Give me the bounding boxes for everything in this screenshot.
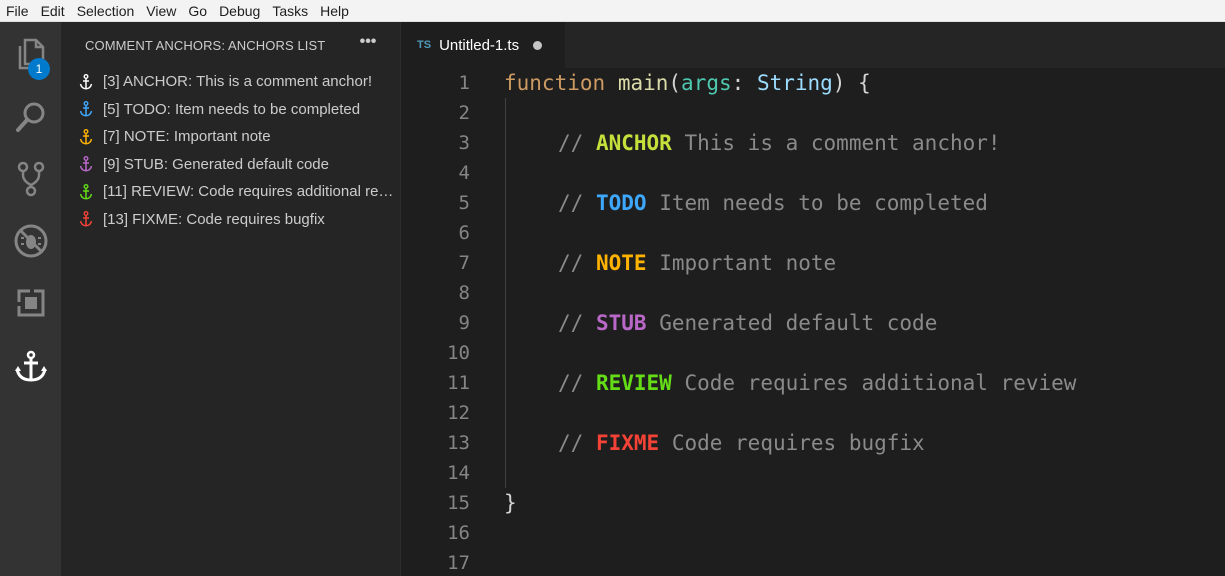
code-line: 7 // NOTE Important note [401,248,1225,278]
source-control-icon [17,161,44,197]
code-line: 17 [401,548,1225,576]
code-line: 5 // TODO Item needs to be completed [401,188,1225,218]
line-number: 4 [458,162,470,184]
anchor-item-label: [11] REVIEW: Code requires additional re… [103,183,400,201]
code-editor[interactable]: 1 function main(args: String) { 2 3 // A… [401,68,1225,576]
extensions-icon [16,289,44,317]
sidebar: COMMENT ANCHORS: ANCHORS LIST ••• [3] AN… [61,22,400,576]
menu-selection[interactable]: Selection [71,0,141,22]
anchor-icon [78,73,94,91]
line-number: 16 [447,522,470,544]
menu-go[interactable]: Go [182,0,213,22]
comment-stub: // STUB Generated default code [558,311,938,335]
anchor-icon [14,350,47,382]
code-line: 10 [401,338,1225,368]
line-number: 13 [447,432,470,454]
menu-tasks[interactable]: Tasks [266,0,314,22]
line-number: 10 [447,342,470,364]
tab-untitled-1[interactable]: TS Untitled-1.ts [401,22,565,68]
line-number: 17 [447,552,470,574]
editor-tabs: TS Untitled-1.ts [401,22,1225,68]
search-button[interactable] [0,86,61,148]
menu-help[interactable]: Help [314,0,355,22]
code-text: function main(args: String) { [504,71,871,95]
explorer-badge: 1 [28,58,50,80]
sidebar-title: COMMENT ANCHORS: ANCHORS LIST [85,38,326,53]
anchor-item-label: [5] TODO: Item needs to be completed [103,100,361,118]
anchor-item-fixme[interactable]: [13] FIXME: Code requires bugfix [61,206,400,234]
typescript-file-icon: TS [417,39,432,51]
anchor-item-review[interactable]: [11] REVIEW: Code requires additional re… [61,178,400,206]
comment-note: // NOTE Important note [558,251,837,275]
unsaved-dot-icon[interactable] [533,40,543,50]
code-line: 12 [401,398,1225,428]
code-line: 2 [401,98,1225,128]
line-number: 15 [447,492,470,514]
anchor-icon [78,155,94,173]
line-number: 7 [458,252,470,274]
anchor-item-anchor[interactable]: [3] ANCHOR: This is a comment anchor! [61,68,400,96]
code-line: 14 [401,458,1225,488]
code-line: 6 [401,218,1225,248]
tab-title: Untitled-1.ts [439,36,520,54]
code-line: 11 // REVIEW Code requires additional re… [401,368,1225,398]
line-number: 11 [447,372,470,394]
extensions-button[interactable] [0,272,61,334]
menu-file[interactable]: File [0,0,35,22]
anchor-item-label: [9] STUB: Generated default code [103,155,329,173]
menu-debug[interactable]: Debug [213,0,266,22]
anchor-item-todo[interactable]: [5] TODO: Item needs to be completed [61,96,400,124]
menu-edit[interactable]: Edit [35,0,71,22]
more-actions-button[interactable]: ••• [357,34,379,54]
line-number: 12 [447,402,470,424]
anchor-icon [78,100,94,118]
line-number: 14 [447,462,470,484]
search-icon [15,102,44,132]
anchor-item-label: [13] FIXME: Code requires bugfix [103,210,325,228]
comment-todo: // TODO Item needs to be completed [558,191,988,215]
code-line: 9 // STUB Generated default code [401,308,1225,338]
code-line: 13 // FIXME Code requires bugfix [401,428,1225,458]
line-number: 8 [458,282,470,304]
code-text: } [504,491,517,515]
code-line: 3 // ANCHOR This is a comment anchor! [401,128,1225,158]
line-number: 3 [458,132,470,154]
sidebar-header: COMMENT ANCHORS: ANCHORS LIST ••• [61,22,400,68]
code-line: 16 [401,518,1225,548]
anchor-item-note[interactable]: [7] NOTE: Important note [61,123,400,151]
anchor-list: [3] ANCHOR: This is a comment anchor! [5… [61,68,400,233]
anchor-icon [78,128,94,146]
comment-anchors-button[interactable] [0,336,61,398]
line-number: 2 [458,102,470,124]
explorer-button[interactable]: 1 [0,24,61,86]
comment-fixme: // FIXME Code requires bugfix [558,431,925,455]
anchor-icon [78,210,94,228]
anchor-item-label: [7] NOTE: Important note [103,128,271,146]
anchor-icon [78,183,94,201]
line-number: 9 [458,312,470,334]
code-line: 1 function main(args: String) { [401,68,1225,98]
source-control-button[interactable] [0,148,61,210]
menu-bar: File Edit Selection View Go Debug Tasks … [0,0,1225,22]
activity-bar: 1 [0,22,61,576]
anchor-item-stub[interactable]: [9] STUB: Generated default code [61,151,400,179]
debug-icon [14,224,47,258]
line-number: 1 [458,72,470,94]
line-number: 5 [458,192,470,214]
code-line: 15 } [401,488,1225,518]
debug-button[interactable] [0,210,61,272]
code-line: 8 [401,278,1225,308]
code-line: 4 [401,158,1225,188]
comment-review: // REVIEW Code requires additional revie… [558,371,1077,395]
anchor-item-label: [3] ANCHOR: This is a comment anchor! [103,73,372,91]
comment-anchor: // ANCHOR This is a comment anchor! [558,131,1001,155]
menu-view[interactable]: View [140,0,182,22]
line-number: 6 [458,222,470,244]
